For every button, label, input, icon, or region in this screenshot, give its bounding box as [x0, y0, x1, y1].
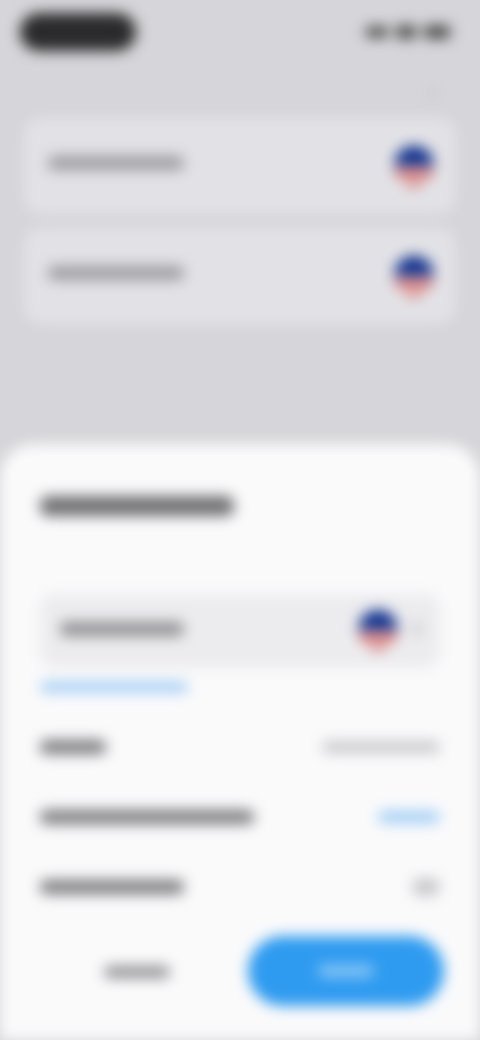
phone-screen: ⌄	[0, 0, 480, 1040]
confirm-button-label	[318, 965, 374, 977]
us-flag-icon	[394, 256, 434, 296]
setting-label	[40, 880, 184, 894]
chevron-right-icon	[412, 622, 422, 636]
card-label	[48, 266, 184, 280]
setting-row[interactable]	[40, 804, 440, 830]
wifi-icon	[396, 26, 416, 38]
currency-select-field[interactable]	[40, 594, 440, 668]
us-flag-icon	[394, 146, 434, 186]
setting-label	[40, 740, 106, 754]
setting-value	[322, 741, 440, 753]
background-account-card[interactable]	[24, 118, 456, 214]
setting-row[interactable]	[40, 874, 440, 900]
toggle-switch[interactable]	[412, 878, 440, 896]
us-flag-icon	[358, 610, 398, 650]
bottom-sheet	[0, 444, 480, 1040]
info-link[interactable]	[40, 682, 188, 692]
background-account-card[interactable]	[24, 228, 456, 324]
status-icons	[366, 26, 450, 38]
field-label	[60, 622, 184, 636]
status-bar	[20, 10, 450, 54]
setting-row[interactable]	[40, 734, 440, 760]
setting-value-link[interactable]	[378, 811, 440, 823]
setting-label	[40, 810, 254, 824]
sheet-title	[40, 496, 234, 516]
cancel-button[interactable]	[104, 966, 170, 978]
blurred-content: ⌄	[0, 0, 480, 1040]
battery-icon	[424, 26, 450, 38]
status-time-pill	[20, 13, 136, 51]
chevron-down-icon[interactable]: ⌄	[426, 82, 440, 98]
confirm-button[interactable]	[248, 936, 444, 1006]
card-label	[48, 156, 184, 170]
signal-icon	[366, 27, 388, 37]
